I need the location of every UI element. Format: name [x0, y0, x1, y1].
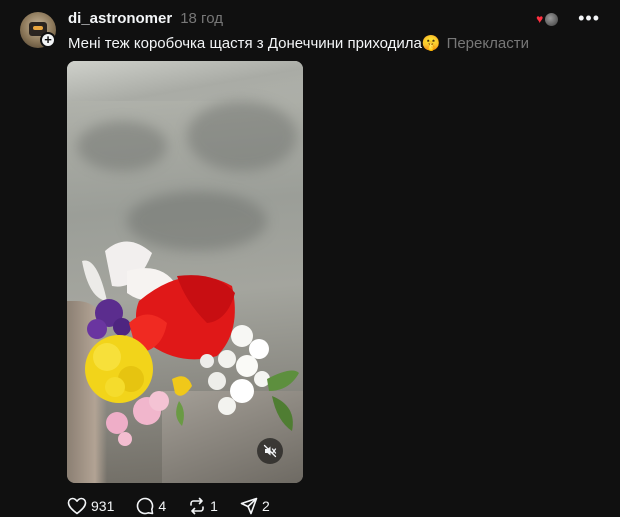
heart-icon — [67, 497, 87, 515]
flower-bouquet — [82, 241, 299, 446]
mute-icon — [263, 444, 277, 458]
comment-count: 4 — [158, 498, 167, 514]
comment-icon — [137, 497, 154, 515]
repost-icon — [190, 497, 204, 515]
send-icon — [240, 497, 258, 515]
timestamp[interactable]: 18 год — [180, 10, 223, 27]
post-top-actions: ♥ ••• — [536, 9, 600, 27]
repost-count: 1 — [210, 498, 218, 514]
share-count: 2 — [261, 498, 270, 514]
username[interactable]: di_astronomer — [68, 10, 172, 27]
mute-button[interactable] — [257, 438, 283, 464]
share-button[interactable]: 2 — [240, 497, 270, 515]
post-header: di_astronomer 18 год — [68, 10, 223, 27]
more-icon[interactable]: ••• — [578, 9, 600, 27]
like-count: 931 — [91, 498, 115, 514]
post-video[interactable] — [67, 61, 303, 483]
post-actions: 931 4 1 2 — [67, 497, 270, 515]
post-caption: Мені теж коробочка щастя з Донеччини при… — [68, 34, 529, 54]
reactor-avatar — [544, 12, 560, 27]
follow-plus-icon[interactable]: + — [40, 32, 56, 48]
repost-button[interactable]: 1 — [188, 497, 218, 515]
caption-text: Мені теж коробочка щастя з Донеччини при… — [68, 35, 441, 52]
like-button[interactable]: 931 — [67, 497, 114, 515]
reactions-icon[interactable]: ♥ — [536, 10, 560, 27]
avatar[interactable]: + — [20, 12, 56, 48]
heart-icon: ♥ — [536, 12, 544, 26]
thread-post: + di_astronomer 18 год ♥ ••• Мені теж ко… — [0, 0, 620, 517]
comment-button[interactable]: 4 — [136, 497, 166, 515]
translate-link[interactable]: Перекласти — [447, 35, 529, 52]
